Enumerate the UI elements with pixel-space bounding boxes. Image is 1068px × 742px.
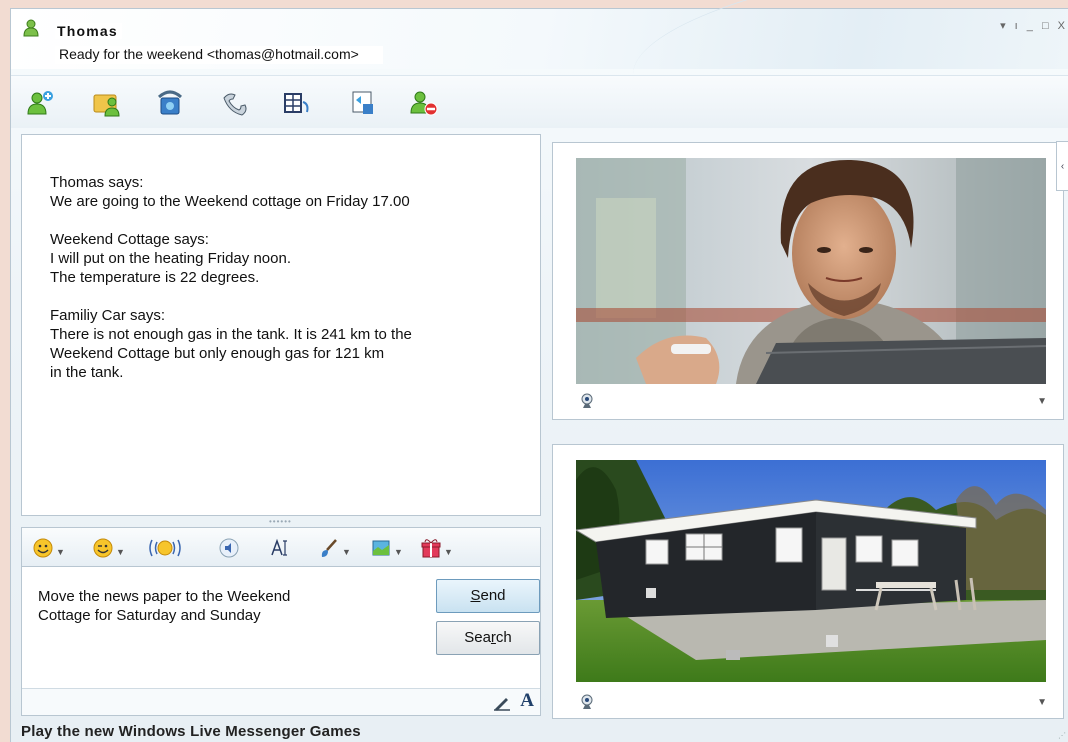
nudge-icon[interactable]: [148, 537, 182, 559]
pane-splitter[interactable]: ••••••: [269, 517, 292, 526]
background-icon[interactable]: ▼: [370, 537, 403, 559]
messenger-window: Thomas Ready for the weekend <thomas@hot…: [10, 0, 1068, 742]
message-list: Thomas says: We are going to the Weekend …: [50, 173, 412, 401]
wink-icon[interactable]: ▼: [92, 537, 125, 559]
message-item: Weekend Cottage says: I will put on the h…: [50, 230, 412, 287]
picture-options-dropdown[interactable]: ▼: [1037, 697, 1047, 708]
block-icon[interactable]: [407, 88, 441, 118]
message-text: There is not enough gas in the tank. It …: [50, 326, 412, 381]
share-folder-icon[interactable]: [347, 88, 381, 118]
font-icon[interactable]: A: [520, 690, 534, 712]
collapse-side-panel-tab[interactable]: ‹: [1056, 141, 1068, 191]
phone-icon[interactable]: [219, 88, 253, 118]
conversation-toolbar: [11, 75, 1068, 128]
send-accelerator: S: [470, 587, 481, 604]
send-button[interactable]: Send: [436, 579, 540, 613]
webcam-icon[interactable]: [579, 694, 595, 710]
webcam-icon[interactable]: [579, 393, 595, 409]
picture-options-dropdown[interactable]: ▼: [1037, 396, 1047, 407]
gift-icon[interactable]: ▼: [420, 537, 453, 559]
own-display-picture: ▼: [552, 444, 1064, 719]
contact-name: Thomas: [55, 23, 122, 39]
add-contact-icon[interactable]: [23, 88, 57, 118]
handwriting-icon[interactable]: [492, 692, 512, 712]
resize-grip[interactable]: ⋰: [1058, 731, 1066, 740]
cottage-photo: [576, 460, 1046, 682]
message-sender: Weekend Cottage says:: [50, 231, 209, 248]
message-item: Thomas says: We are going to the Weekend …: [50, 173, 412, 211]
formatting-toolbar: ▼ ▼ ▼ ▼ ▼: [21, 527, 541, 567]
status-bar-link[interactable]: Play the new Windows Live Messenger Game…: [21, 723, 361, 740]
message-compose-area[interactable]: Move the news paper to the Weekend Cotta…: [21, 566, 541, 716]
paint-icon[interactable]: ▼: [318, 537, 351, 559]
message-text: I will put on the heating Friday noon. T…: [50, 250, 291, 286]
title-bar: Thomas Ready for the weekend <thomas@hot…: [11, 0, 1068, 146]
message-sender: Thomas says:: [50, 174, 144, 191]
invite-icon[interactable]: [91, 88, 125, 118]
video-clip-icon[interactable]: [281, 88, 315, 118]
conversation-history[interactable]: Thomas says: We are going to the Weekend …: [21, 134, 541, 516]
voice-clip-icon[interactable]: [218, 537, 240, 559]
compose-input[interactable]: Move the news paper to the Weekend Cotta…: [38, 587, 398, 625]
font-style-icon[interactable]: [268, 537, 294, 559]
search-button[interactable]: Search: [436, 621, 540, 655]
user-buddy-icon: [23, 19, 39, 37]
message-sender: Familiy Car says:: [50, 307, 166, 324]
window-controls[interactable]: ▾ ı _ □ X: [1000, 19, 1068, 32]
message-text: We are going to the Weekend cottage on F…: [50, 193, 410, 210]
message-item: Familiy Car says: There is not enough gas…: [50, 306, 412, 382]
compose-footer: A: [22, 688, 540, 715]
emoticon-icon[interactable]: ▼: [32, 537, 65, 559]
contact-status-line: Ready for the weekend <thomas@hotmail.co…: [55, 46, 383, 64]
contact-display-picture: ▼: [552, 142, 1064, 420]
call-icon[interactable]: [153, 88, 187, 118]
contact-photo: [576, 158, 1046, 384]
